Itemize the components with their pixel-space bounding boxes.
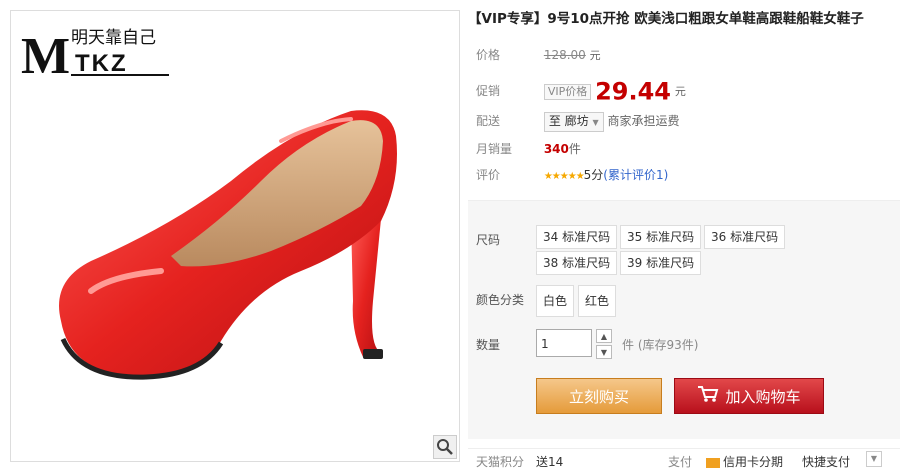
rating-label: 评价	[476, 168, 501, 182]
credit-installment: 信用卡分期	[706, 453, 783, 470]
points-label: 天猫积分	[476, 455, 525, 469]
add-to-cart-label: 加入购物车	[725, 388, 801, 406]
shipping-location: 至 廊坊	[548, 114, 589, 128]
rating-score: 5分	[583, 168, 604, 182]
rating-stars-icon: ★★★★★	[543, 171, 585, 182]
product-info-panel: 【VIP专享】9号10点开抢 欧美浅口粗跟女单鞋高跟鞋船鞋女鞋子 价格 128.…	[468, 8, 900, 469]
chevron-down-icon: ▼	[592, 118, 599, 127]
red-pump-shoe-image	[59, 110, 397, 380]
size-option[interactable]: 38 标准尺码	[536, 251, 618, 275]
magnifier-icon	[437, 439, 453, 455]
credit-installment-label: 信用卡分期	[723, 455, 784, 469]
color-option[interactable]: 红色	[578, 285, 617, 317]
size-option[interactable]: 36 标准尺码	[704, 225, 786, 249]
cart-icon	[697, 380, 719, 416]
quantity-decrease-button[interactable]: ▼	[596, 345, 612, 359]
zoom-button[interactable]	[433, 435, 457, 459]
vip-price-tag: VIP价格	[543, 84, 592, 100]
svg-text:M: M	[21, 28, 70, 81]
points-value: 送14	[536, 455, 564, 469]
promo-row: 促销 VIP价格 29.44 元	[476, 76, 686, 106]
stock-info: 件 (库存93件)	[622, 338, 699, 352]
product-image-panel[interactable]: M 明天靠自己 TKZ	[10, 10, 460, 462]
quick-pay: 快捷支付	[802, 455, 851, 469]
promo-price: 29.44	[595, 77, 671, 106]
svg-text:TKZ: TKZ	[75, 50, 128, 77]
size-label: 尺码	[476, 233, 501, 247]
promo-label: 促销	[476, 84, 501, 98]
color-label: 颜色分类	[476, 293, 525, 307]
price-row: 价格 128.00 元	[476, 46, 601, 64]
size-option[interactable]: 35 标准尺码	[620, 225, 702, 249]
sales-count: 340	[543, 142, 569, 156]
pay-label: 支付	[668, 455, 693, 469]
reviews-link[interactable]: (累计评价1)	[603, 168, 668, 182]
footer-row: 天猫积分 送14 支付 信用卡分期 快捷支付 ▼	[468, 448, 900, 469]
color-option[interactable]: 白色	[536, 285, 575, 317]
quantity-label: 数量	[476, 338, 501, 352]
shipping-note: 商家承担运费	[607, 114, 680, 128]
rating-row: 评价 ★★★★★5分(累计评价1)	[476, 166, 668, 184]
sales-row: 月销量 340件	[476, 140, 581, 158]
shipping-row: 配送 至 廊坊 ▼ 商家承担运费	[476, 112, 680, 132]
product-title: 【VIP专享】9号10点开抢 欧美浅口粗跟女单鞋高跟鞋船鞋女鞋子	[468, 11, 864, 27]
quantity-increase-button[interactable]: ▲	[596, 329, 612, 343]
quantity-input[interactable]: 1	[536, 329, 592, 357]
shipping-label: 配送	[476, 114, 501, 128]
size-option[interactable]: 34 标准尺码	[536, 225, 618, 249]
promo-unit: 元	[674, 85, 686, 98]
price-unit: 元	[589, 49, 601, 62]
credit-card-icon	[706, 457, 720, 468]
sku-options-panel: 尺码 34 标准尺码 35 标准尺码 36 标准尺码 38 标准尺码 39 标准…	[468, 200, 900, 439]
buy-now-button[interactable]: 立刻购买	[536, 378, 662, 414]
original-price: 128.00	[543, 48, 586, 62]
price-meta-section: 价格 128.00 元 促销 VIP价格 29.44 元 配送 至 廊坊 ▼ 商…	[468, 38, 900, 198]
add-to-cart-button[interactable]: 加入购物车	[674, 378, 824, 414]
shipping-location-select[interactable]: 至 廊坊 ▼	[543, 112, 604, 132]
sales-label: 月销量	[476, 142, 513, 156]
brand-logo: M 明天靠自己 TKZ	[21, 28, 169, 81]
sales-unit: 件	[568, 142, 581, 156]
chevron-down-icon[interactable]: ▼	[866, 451, 882, 467]
size-option[interactable]: 39 标准尺码	[620, 251, 702, 275]
price-label: 价格	[476, 48, 501, 62]
svg-text:明天靠自己: 明天靠自己	[71, 28, 156, 48]
